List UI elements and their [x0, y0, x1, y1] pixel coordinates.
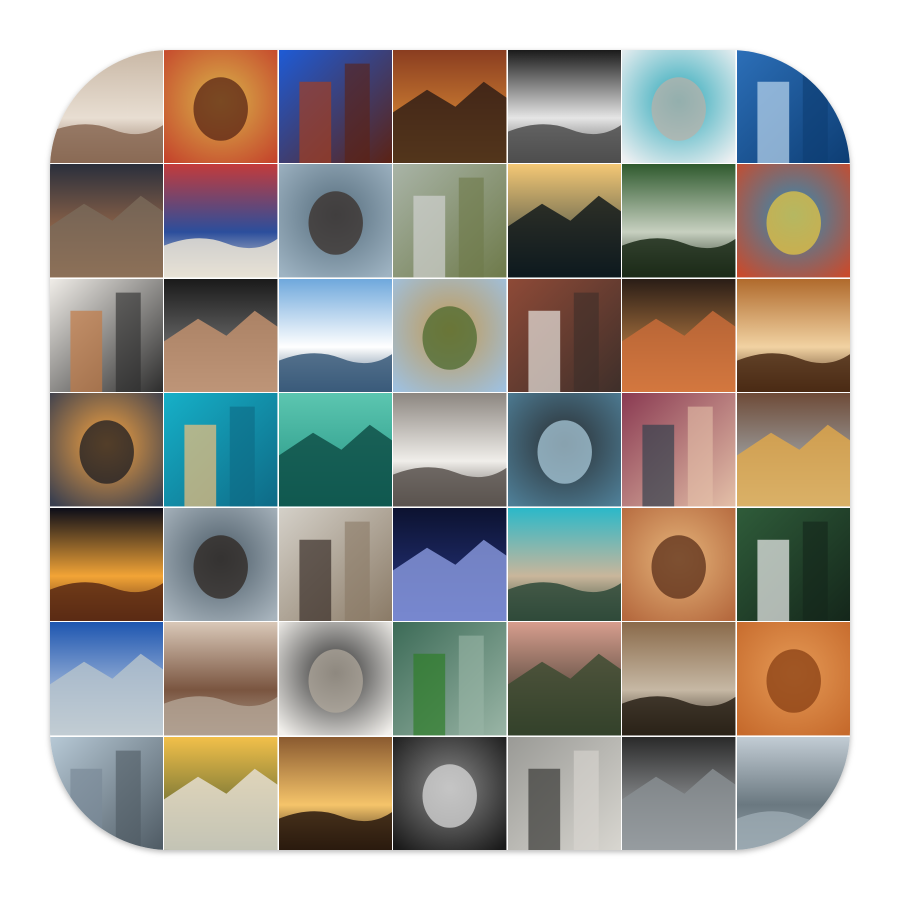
photo-tile-palace-reflected-in-pond [507, 622, 622, 736]
photo-tile-gothic-brick-facade [622, 507, 736, 622]
photo-tile-radiator-on-concrete-wall [393, 393, 507, 507]
photo-tile-santorini-blue-domes [50, 622, 164, 736]
photo-tile-pier-pillars-over-sea [507, 393, 622, 507]
photo-tile-elephant-on-savanna [393, 278, 507, 393]
photo-tile-hazy-sea-with-cliffs [50, 736, 164, 850]
photo-tile-black-diamond-pattern [507, 50, 622, 164]
photo-tile-chairs-in-cafe-window [278, 507, 393, 622]
photo-tile-green-sea-turtle [278, 393, 393, 507]
photo-tile-seashells-on-sand [50, 50, 164, 164]
photo-tile-spire-silhouette-at-sunset [622, 278, 736, 393]
photo-tile-green-water-crocodile [393, 622, 507, 736]
photo-tile-man-in-black-shirt [164, 278, 278, 393]
photo-tile-blue-marble-waves [736, 50, 850, 164]
photo-tile-orange-rough-texture [736, 622, 850, 736]
photo-tile-patterned-glass-ceiling [164, 164, 278, 278]
photo-tile-photo-collage-on-wall [278, 622, 393, 736]
photo-tile-ferris-wheel-against-sky [278, 278, 393, 393]
photo-tile-man-looking-at-mountains [622, 736, 736, 850]
photo-tile-city-skyline-at-dusk [50, 164, 164, 278]
photo-tile-sunset-over-dark-ocean [507, 164, 622, 278]
photo-tile-turquoise-gradient-sky [164, 393, 278, 507]
photo-tile-milky-way-over-trees [393, 507, 507, 622]
photo-tile-porsche-crest-on-red [164, 50, 278, 164]
photo-tile-railing-by-the-sea [164, 507, 278, 622]
photo-tile-woman-among-flowers [164, 736, 278, 850]
photo-tile-hands-typing-on-laptop [50, 278, 164, 393]
photo-tile-misty-coastal-hills [736, 736, 850, 850]
photo-tile-aerial-coast-and-rocks [507, 507, 622, 622]
photo-tile-greek-temple-at-sunset [393, 50, 507, 164]
photo-tile-sea-horizon-under-clouds [278, 164, 393, 278]
photo-tile-vintage-airstream-trailer [393, 164, 507, 278]
photo-grid [50, 50, 850, 850]
photo-tile-forest-with-waterfall [622, 164, 736, 278]
photo-tile-man-at-waterfall [736, 507, 850, 622]
photo-collage-app-icon [50, 50, 850, 850]
photo-tile-colorful-hanging-scarves [736, 164, 850, 278]
photo-tile-autumn-birch-forest [736, 278, 850, 393]
photo-tile-fountain-in-courtyard [622, 622, 736, 736]
photo-tile-bridge-arch-at-sunset [50, 393, 164, 507]
photo-tile-letter-with-candle [278, 736, 393, 850]
photo-tile-firefighters-black-and-white [393, 736, 507, 850]
photo-tile-legs-dangling-from-ledge [736, 393, 850, 507]
photo-tile-lavender-flowers-by-cafe [622, 393, 736, 507]
photo-tile-woman-on-beach-at-sunset [164, 622, 278, 736]
photo-tile-city-lights-bokeh [50, 507, 164, 622]
photo-tile-concrete-parking-garage [507, 736, 622, 850]
photo-tile-red-rock-canyon-blue-sky [278, 50, 393, 164]
photo-tile-white-interior-with-lantern [622, 50, 736, 164]
photo-tile-brick-and-white-buildings [507, 278, 622, 393]
